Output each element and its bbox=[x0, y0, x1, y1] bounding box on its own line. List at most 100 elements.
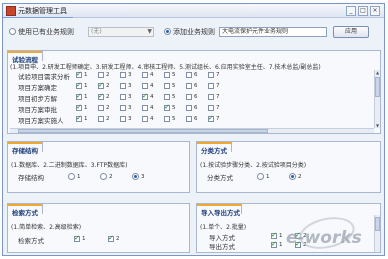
storage-option-radio[interactable] bbox=[68, 173, 75, 180]
scroll-thumb[interactable] bbox=[375, 77, 380, 97]
process-checkbox[interactable] bbox=[186, 72, 192, 78]
retrieve-checkbox-number: 2 bbox=[116, 236, 120, 242]
retrieve-checkbox[interactable] bbox=[108, 234, 114, 242]
process-checkbox[interactable] bbox=[76, 103, 82, 111]
process-checkbox[interactable] bbox=[120, 83, 126, 89]
scroll-down-icon[interactable]: ▼ bbox=[375, 123, 380, 128]
process-checkbox[interactable] bbox=[186, 94, 192, 100]
process-checkbox[interactable] bbox=[76, 70, 82, 78]
scroll-thumb[interactable] bbox=[18, 129, 268, 133]
use-existing-rule-radio[interactable] bbox=[9, 28, 16, 35]
retrieve-checkbox[interactable] bbox=[74, 234, 80, 242]
process-checkbox[interactable] bbox=[120, 105, 126, 111]
process-checkbox-number: 4 bbox=[150, 105, 154, 111]
storage-description: (1.数据库、2.二进制数据库、3.FTP数据库) bbox=[11, 162, 128, 169]
tab-retrieve-label: 检索方式 bbox=[12, 209, 38, 217]
rule-name-input[interactable]: 大电流保护元件业务规则 bbox=[219, 27, 327, 37]
tab-classify-label: 分类方式 bbox=[201, 147, 227, 155]
process-vertical-scrollbar[interactable]: ▲ ▼ bbox=[374, 70, 380, 128]
process-checkbox[interactable] bbox=[120, 72, 126, 78]
process-checkbox[interactable] bbox=[142, 83, 148, 89]
app-icon bbox=[6, 6, 16, 16]
process-checkbox[interactable] bbox=[186, 105, 192, 111]
process-checkbox[interactable] bbox=[98, 105, 104, 111]
minimize-button[interactable]: _ bbox=[346, 6, 356, 16]
watermark-logo: e-works bbox=[286, 228, 362, 248]
process-checkbox-number: 6 bbox=[194, 72, 198, 78]
add-rule-radio[interactable] bbox=[164, 28, 171, 35]
existing-rule-select[interactable]: (无) ▼ bbox=[88, 27, 154, 37]
process-checkbox-number: 2 bbox=[106, 116, 110, 122]
process-checkbox[interactable] bbox=[208, 94, 214, 100]
process-checkbox[interactable] bbox=[76, 114, 82, 122]
process-checkbox[interactable] bbox=[164, 103, 170, 111]
process-checkbox[interactable] bbox=[186, 83, 192, 89]
process-checkbox[interactable] bbox=[98, 92, 104, 100]
scroll-up-icon[interactable]: ▲ bbox=[375, 70, 380, 75]
classify-option-radio[interactable] bbox=[289, 173, 296, 180]
process-checkbox[interactable] bbox=[76, 92, 82, 100]
apply-button[interactable]: 应用 bbox=[333, 26, 369, 38]
import-export-checkbox[interactable] bbox=[271, 240, 277, 248]
tab-retrieve[interactable]: 检索方式 bbox=[7, 203, 43, 217]
tab-import-export[interactable]: 导入导出方式 bbox=[196, 203, 242, 217]
process-checkbox[interactable] bbox=[208, 72, 214, 78]
process-checkbox[interactable] bbox=[142, 116, 148, 122]
tab-classify[interactable]: 分类方式 bbox=[196, 141, 232, 155]
import-export-description: (1.单个、2.批量) bbox=[200, 224, 247, 231]
process-horizontal-scrollbar[interactable] bbox=[10, 128, 374, 133]
use-existing-rule-label: 使用已有业务规则 bbox=[18, 28, 74, 36]
scroll-thumb[interactable] bbox=[375, 217, 380, 231]
process-row-label: 项目方案实施人 bbox=[18, 117, 64, 125]
process-checkbox[interactable] bbox=[120, 94, 126, 100]
process-checkbox[interactable] bbox=[208, 83, 214, 89]
process-checkbox[interactable] bbox=[164, 116, 170, 122]
process-checkbox-number: 3 bbox=[128, 83, 132, 89]
process-checkbox[interactable] bbox=[208, 105, 214, 111]
process-checkbox-number: 1 bbox=[84, 105, 88, 111]
process-checkbox[interactable] bbox=[98, 72, 104, 78]
process-checkbox[interactable] bbox=[208, 114, 214, 122]
retrieve-description: (1.简单检索、2.高级检索) bbox=[11, 224, 82, 231]
maximize-button[interactable]: □ bbox=[358, 6, 368, 16]
process-checkbox[interactable] bbox=[98, 116, 104, 122]
process-checkbox[interactable] bbox=[164, 72, 170, 78]
process-checkbox[interactable] bbox=[142, 72, 148, 78]
add-rule-label: 添加业务规则 bbox=[173, 28, 215, 36]
process-checkbox[interactable] bbox=[142, 92, 148, 100]
process-checkbox-number: 7 bbox=[216, 72, 220, 78]
process-row-label: 项目方案审批 bbox=[18, 106, 57, 114]
process-checkbox-number: 4 bbox=[150, 116, 154, 122]
process-checkbox[interactable] bbox=[186, 116, 192, 122]
app-window: 元数据管理工具 _ □ × 使用已有业务规则 (无) ▼ 添加业务规则 大电流保… bbox=[2, 3, 385, 256]
classify-option-radio[interactable] bbox=[257, 173, 264, 180]
storage-option-number: 3 bbox=[141, 174, 145, 180]
tab-process[interactable]: 试验流程 bbox=[7, 50, 43, 64]
tab-storage[interactable]: 存储结构 bbox=[7, 141, 43, 155]
import-export-scrollbar[interactable] bbox=[374, 215, 380, 252]
process-checkbox[interactable] bbox=[164, 94, 170, 100]
title-accent bbox=[3, 17, 73, 18]
process-checkbox[interactable] bbox=[120, 116, 126, 122]
close-button[interactable]: × bbox=[370, 6, 380, 16]
title-bar: 元数据管理工具 _ □ × bbox=[3, 4, 384, 18]
import-export-checkbox[interactable] bbox=[271, 231, 277, 239]
process-checkbox-number: 4 bbox=[150, 72, 154, 78]
process-checkbox[interactable] bbox=[76, 81, 82, 89]
process-checkbox-number: 2 bbox=[106, 94, 110, 100]
process-checkbox-number: 3 bbox=[128, 94, 132, 100]
storage-option-radio[interactable] bbox=[132, 173, 139, 180]
process-checkbox-number: 4 bbox=[150, 94, 154, 100]
process-checkbox[interactable] bbox=[164, 83, 170, 89]
import-export-row-label: 导出方式 bbox=[209, 243, 235, 251]
import-export-checkbox-number: 1 bbox=[279, 242, 283, 248]
storage-option-radio[interactable] bbox=[100, 173, 107, 180]
chevron-down-icon: ▼ bbox=[147, 28, 152, 35]
process-row-label: 项目方案确定 bbox=[18, 84, 57, 92]
retrieve-row-label: 检索方式 bbox=[18, 237, 44, 245]
process-checkbox[interactable] bbox=[142, 105, 148, 111]
process-checkbox-number: 2 bbox=[106, 105, 110, 111]
classify-description: (1.按试验步骤分类、2.按试验项目分类) bbox=[200, 162, 307, 169]
process-checkbox[interactable] bbox=[98, 81, 104, 89]
process-checkbox-number: 1 bbox=[84, 116, 88, 122]
